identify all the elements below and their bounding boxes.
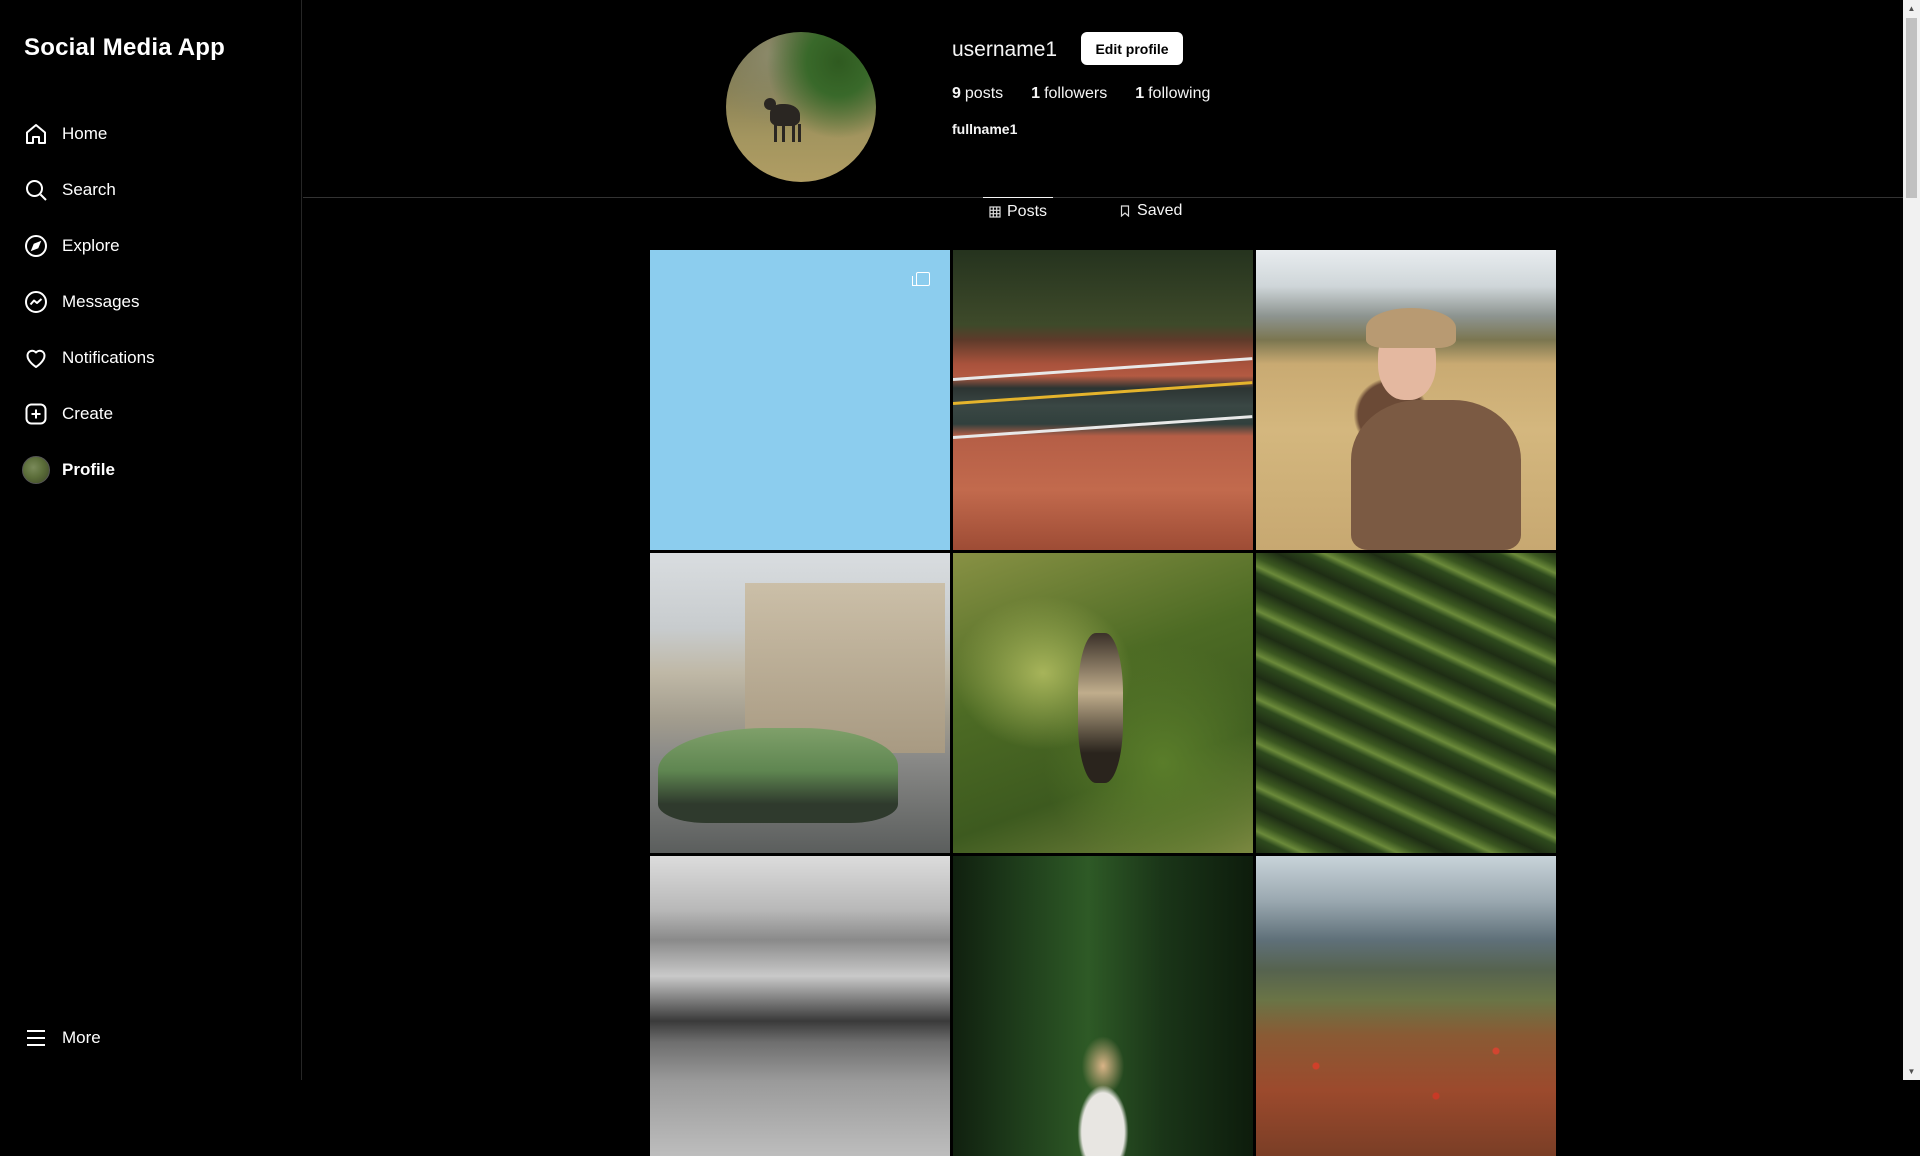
- scroll-up-icon[interactable]: ▲: [1903, 0, 1920, 17]
- sidebar-item-label: Notifications: [62, 348, 155, 367]
- road-line: [953, 415, 1253, 439]
- followers-label: followers: [1044, 85, 1108, 102]
- search-icon: [22, 176, 50, 204]
- post-tile[interactable]: [650, 250, 950, 550]
- followers-count: 1: [1031, 85, 1041, 102]
- profile-username: username1: [952, 38, 1058, 61]
- post-tile[interactable]: [1256, 856, 1556, 1156]
- sidebar-item-create[interactable]: Create: [0, 386, 301, 442]
- photo-detail: [658, 728, 898, 823]
- sidebar-item-search[interactable]: Search: [0, 162, 301, 218]
- profile-tabs: Posts Saved: [983, 197, 1188, 226]
- post-tile[interactable]: [953, 250, 1253, 550]
- following-count: 1: [1135, 85, 1145, 102]
- post-tile[interactable]: [1256, 250, 1556, 550]
- sidebar-item-notifications[interactable]: Notifications: [0, 330, 301, 386]
- sidebar-item-home[interactable]: Home: [0, 106, 301, 162]
- profile-picture[interactable]: [726, 32, 876, 182]
- home-icon: [22, 120, 50, 148]
- page-scrollbar[interactable]: ▲ ▼: [1903, 0, 1920, 1080]
- messenger-icon: [22, 288, 50, 316]
- profile-stats: 9 posts 1 followers 1 following: [952, 85, 1210, 103]
- profile-avatar: [22, 456, 50, 484]
- tab-label: Saved: [1137, 202, 1183, 219]
- menu-icon: [22, 1024, 50, 1052]
- posts-label: posts: [964, 85, 1004, 102]
- carousel-icon: [912, 272, 930, 286]
- avatar: [22, 456, 50, 484]
- sidebar-nav: Home Search Explore Messages Notificatio…: [0, 106, 301, 498]
- scrollbar-thumb[interactable]: [1906, 18, 1917, 198]
- following-label: following: [1148, 85, 1211, 102]
- photo-detail: [1366, 308, 1456, 348]
- sidebar-item-label: Profile: [62, 460, 115, 479]
- sidebar-item-label: Create: [62, 404, 114, 423]
- sidebar-item-messages[interactable]: Messages: [0, 274, 301, 330]
- sidebar-item-explore[interactable]: Explore: [0, 218, 301, 274]
- sidebar-item-label: Search: [62, 180, 116, 199]
- plus-square-icon: [22, 400, 50, 428]
- road-line: [953, 357, 1253, 381]
- stat-following[interactable]: 1 following: [1135, 85, 1210, 103]
- sidebar-item-label: Home: [62, 124, 108, 143]
- stat-posts: 9 posts: [952, 85, 1003, 103]
- sidebar-item-label: Explore: [62, 236, 120, 255]
- heart-icon: [22, 344, 50, 372]
- post-tile[interactable]: [953, 553, 1253, 853]
- stat-followers[interactable]: 1 followers: [1031, 85, 1107, 103]
- tab-posts[interactable]: Posts: [983, 197, 1054, 226]
- sidebar: Social Media App Home Search Explore Mes…: [0, 0, 302, 1080]
- sidebar-more: More: [0, 1010, 301, 1066]
- sidebar-item-profile[interactable]: Profile: [0, 442, 301, 498]
- tab-saved[interactable]: Saved: [1113, 197, 1188, 225]
- profile-picture-subject: [764, 98, 800, 142]
- road-line: [953, 381, 1253, 405]
- photo-detail: [1351, 400, 1521, 550]
- post-tile[interactable]: [953, 856, 1253, 1156]
- sidebar-item-label: More: [62, 1028, 101, 1047]
- bookmark-icon: [1119, 205, 1131, 217]
- post-tile[interactable]: [650, 856, 950, 1156]
- edit-profile-button[interactable]: Edit profile: [1081, 32, 1183, 65]
- posts-grid: [650, 250, 1556, 1156]
- post-tile[interactable]: [1256, 553, 1556, 853]
- post-tile[interactable]: [650, 553, 950, 853]
- tab-label: Posts: [1007, 203, 1048, 220]
- scroll-down-icon[interactable]: ▼: [1903, 1063, 1920, 1080]
- profile-fullname: fullname1: [952, 121, 1018, 137]
- photo-detail: [1078, 633, 1123, 783]
- sidebar-item-label: Messages: [62, 292, 140, 311]
- grid-icon: [989, 206, 1001, 218]
- app-title[interactable]: Social Media App: [24, 34, 225, 62]
- sidebar-item-more[interactable]: More: [0, 1010, 301, 1066]
- posts-count: 9: [952, 85, 961, 102]
- compass-icon: [22, 232, 50, 260]
